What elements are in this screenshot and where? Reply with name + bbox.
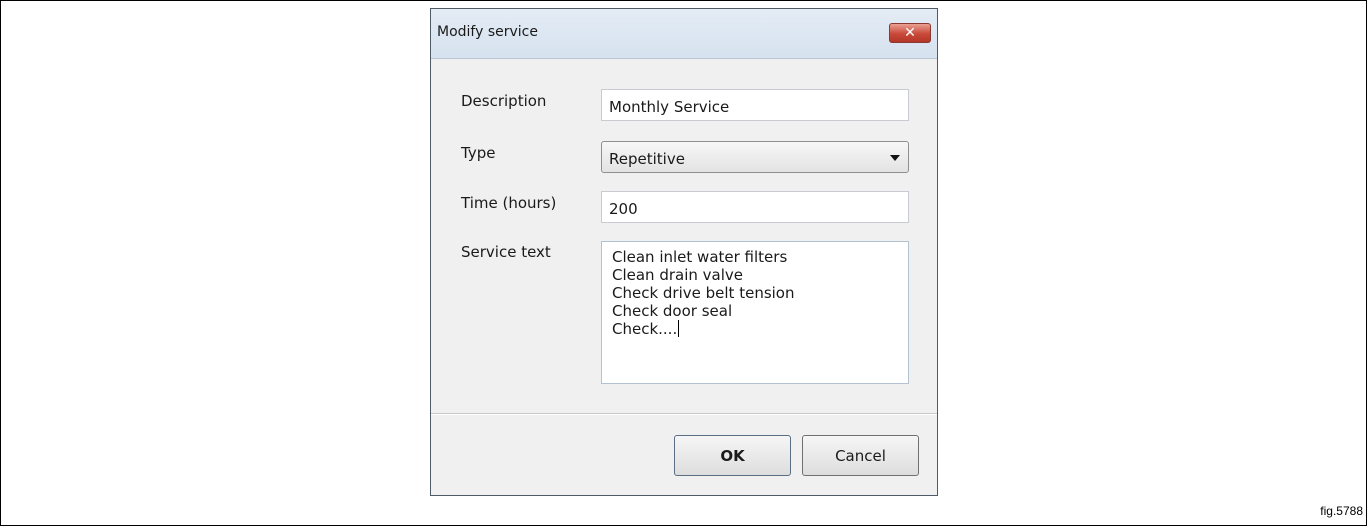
figure-frame: Modify service ✕ Description Monthly Ser… [0,0,1367,526]
service-text-line: Check door seal [612,302,733,320]
service-text-line: Clean inlet water filters [612,248,788,266]
service-text-label: Service text [461,243,551,261]
service-text-line: Clean drain valve [612,266,744,284]
dialog-titlebar: Modify service ✕ [431,9,937,59]
ok-button[interactable]: OK [674,435,791,476]
service-text-area[interactable]: Clean inlet water filters Clean drain va… [601,241,909,384]
service-text-line: Check.... [612,320,678,338]
type-label: Type [461,144,496,162]
close-icon: ✕ [904,25,916,41]
service-text-line: Check drive belt tension [612,284,795,302]
service-text-last-line: Check.... [612,320,908,338]
figure-label: fig.5788 [1320,504,1363,518]
dialog-body: Description Monthly Service Type Repetit… [431,59,937,413]
close-button[interactable]: ✕ [889,23,931,43]
button-separator [431,413,937,415]
cancel-button[interactable]: Cancel [802,435,919,476]
description-label: Description [461,92,547,110]
modify-service-dialog: Modify service ✕ Description Monthly Ser… [430,8,938,496]
chevron-down-icon [890,155,900,161]
dialog-title: Modify service [437,24,538,40]
text-caret [678,320,680,337]
time-label: Time (hours) [461,194,557,212]
description-input[interactable]: Monthly Service [601,89,909,121]
type-select[interactable]: Repetitive [601,141,909,173]
time-input[interactable]: 200 [601,191,909,223]
type-select-value: Repetitive [609,150,685,168]
